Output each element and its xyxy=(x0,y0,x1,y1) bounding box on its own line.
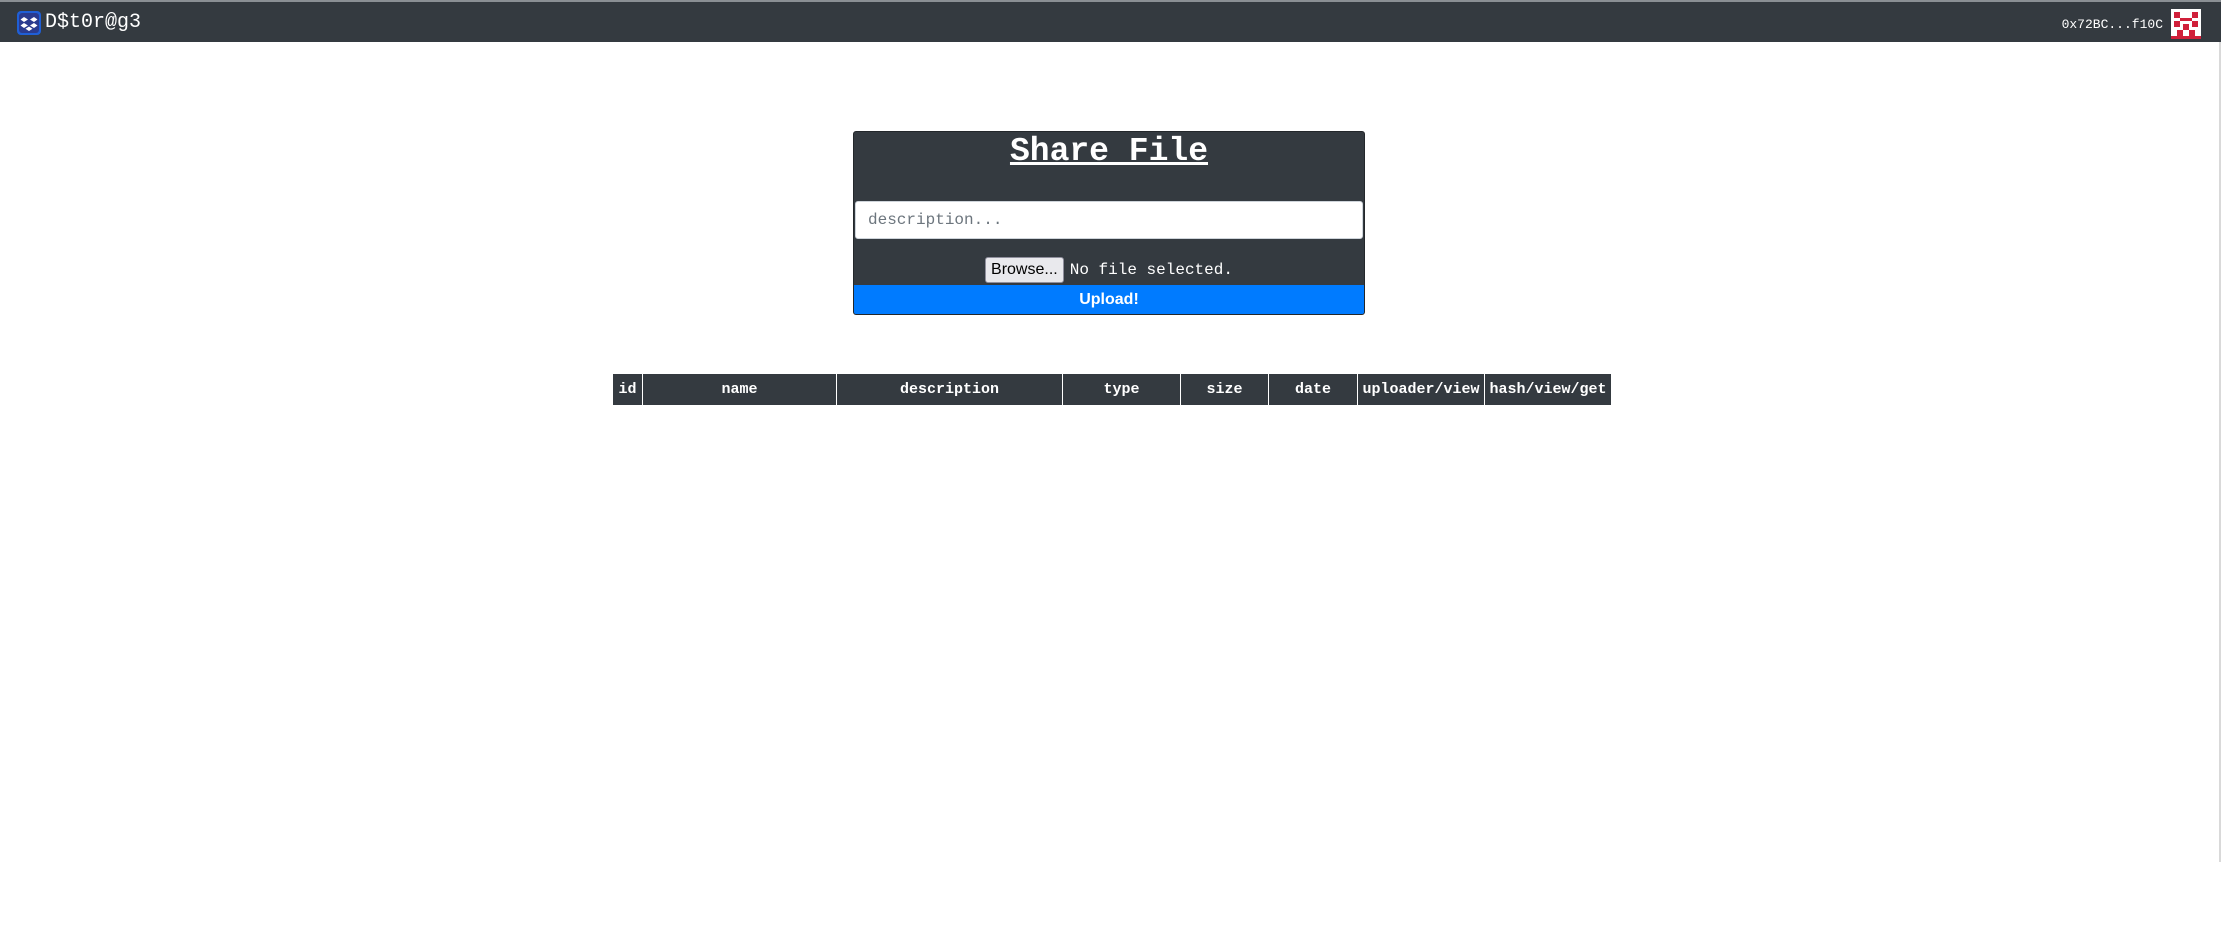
files-table: id name description type size date uploa… xyxy=(612,373,1612,406)
identicon-avatar xyxy=(2171,9,2201,39)
column-header-size: size xyxy=(1180,373,1269,406)
table-header-row: id name description type size date uploa… xyxy=(612,373,1612,406)
file-status-text: No file selected. xyxy=(1069,261,1233,279)
dropbox-icon xyxy=(17,11,41,35)
column-header-uploader: uploader/view xyxy=(1357,373,1485,406)
brand-link[interactable]: D$t0r@g3 xyxy=(17,11,141,35)
description-input[interactable] xyxy=(855,201,1363,239)
account-info: 0x72BC...f10C xyxy=(2062,9,2201,39)
column-header-id: id xyxy=(612,373,643,406)
share-file-title: Share File xyxy=(1009,133,1209,170)
brand-name: D$t0r@g3 xyxy=(45,11,142,34)
upload-button[interactable]: Upload! xyxy=(854,285,1364,314)
browse-button[interactable]: Browse... xyxy=(985,257,1064,283)
account-address: 0x72BC...f10C xyxy=(2061,16,2163,32)
column-header-description: description xyxy=(836,373,1063,406)
column-header-hash: hash/view/get xyxy=(1484,373,1612,406)
top-navbar: D$t0r@g3 0x72BC...f10C xyxy=(0,0,2221,42)
file-picker: Browse... No file selected. xyxy=(854,257,1364,283)
share-file-card: Share File Browse... No file selected. U… xyxy=(853,131,1365,315)
column-header-name: name xyxy=(642,373,837,406)
column-header-type: type xyxy=(1062,373,1181,406)
column-header-date: date xyxy=(1268,373,1358,406)
